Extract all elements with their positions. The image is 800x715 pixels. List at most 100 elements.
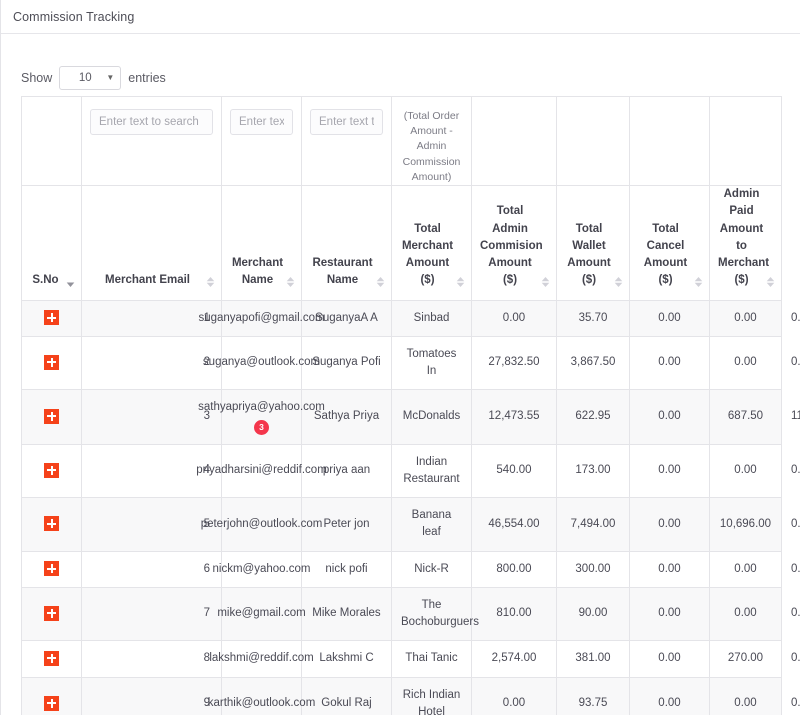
sort-both-icon[interactable] — [694, 276, 703, 288]
row-expand-cell — [21, 586, 82, 642]
table-row: 7 mike@gmail.com Mike Morales The Bochoburg… — [21, 586, 800, 642]
column-header-total-cancel-amount[interactable]: Total Cancel Amount ($) — [629, 185, 710, 301]
plus-square-icon[interactable] — [44, 695, 59, 711]
merchant-email-text: priyadharsini@reddif.com — [196, 464, 327, 477]
row-expand-cell — [21, 676, 82, 715]
merchant-email-wrapper: nickm@yahoo.com — [213, 561, 311, 578]
length-menu-prefix-label: Show — [21, 71, 53, 85]
cell-restaurant-name: Indian Restaurant — [391, 443, 472, 499]
cell-merchant-email: priyadharsini@reddif.com — [196, 443, 327, 499]
plus-square-icon[interactable] — [44, 408, 59, 424]
page-title: Commission Tracking — [13, 9, 135, 24]
cell-sno: 9 — [81, 676, 222, 715]
sort-both-icon[interactable] — [766, 276, 775, 288]
cell-total-wallet-amount: 0.00 — [629, 335, 710, 391]
plus-square-icon[interactable] — [44, 310, 59, 326]
cell-restaurant-name: The Bochoburguers — [391, 586, 479, 642]
plus-square-icon[interactable] — [44, 462, 59, 478]
table-head: (Total Order Amount - Admin Commission A… — [21, 95, 782, 301]
merchant-email-wrapper: suganyapofi@gmail.com — [198, 310, 324, 327]
merchant-email-wrapper: lakshmi@reddif.com — [209, 650, 313, 667]
cell-total-merchant-amount: 27,832.50 — [471, 335, 557, 391]
table-row: 3 sathyapriya@yahoo.com 3 Sathya Priya McDon… — [21, 389, 800, 445]
search-input-merchant-email[interactable] — [90, 109, 213, 135]
merchant-email-text: suganya@outlook.com — [202, 356, 321, 369]
cell-total-admin-commission-amount: 3,867.50 — [556, 335, 630, 391]
plus-square-icon[interactable] — [44, 561, 59, 577]
merchant-email-wrapper: suganya@outlook.com — [203, 354, 320, 371]
cell-sno: 7 — [81, 586, 222, 642]
plus-square-icon[interactable] — [44, 516, 59, 532]
column-header-row: S.No Merchant Email Merchant Name Restau… — [21, 185, 782, 301]
column-header-sno[interactable]: S.No — [21, 185, 82, 301]
cell-total-merchant-amount: 0.00 — [471, 676, 557, 715]
cell-total-admin-commission-amount: 300.00 — [556, 550, 630, 588]
row-expand-cell — [21, 443, 82, 499]
cell-restaurant-name: Nick-R — [391, 550, 472, 588]
sort-both-icon[interactable] — [456, 276, 465, 288]
merchant-email-wrapper: peterjohn@outlook.com — [201, 516, 323, 533]
cell-merchant-name: Sathya Priya — [301, 389, 392, 445]
cell-restaurant-name: Sinbad — [391, 299, 472, 337]
cell-total-admin-commission-amount: 173.00 — [556, 443, 630, 499]
row-expand-cell — [21, 335, 82, 391]
search-input-restaurant-name[interactable] — [310, 109, 383, 135]
column-header-total-wallet-amount-label: Total Wallet Amount ($) — [567, 222, 611, 287]
cell-total-admin-commission-amount: 7,494.00 — [556, 497, 630, 552]
sort-both-icon[interactable] — [541, 276, 550, 288]
filter-cell-wallet — [556, 95, 630, 187]
column-header-restaurant-name[interactable]: Restaurant Name — [301, 185, 392, 301]
plus-square-icon[interactable] — [44, 605, 59, 621]
cell-total-admin-commission-amount: 93.75 — [556, 676, 630, 715]
sort-both-icon[interactable] — [206, 276, 215, 288]
entries-per-page-select[interactable]: 10 25 50 100 — [59, 66, 122, 90]
cell-total-merchant-amount: 46,554.00 — [471, 497, 557, 552]
column-header-total-wallet-amount[interactable]: Total Wallet Amount ($) — [556, 185, 630, 301]
plus-square-icon[interactable] — [44, 354, 59, 370]
sort-both-icon[interactable] — [286, 276, 295, 288]
status-badge: 3 — [254, 419, 269, 435]
cell-sno: 8 — [81, 640, 222, 678]
row-expand-cell — [21, 640, 82, 678]
merchant-email-text: nickm@yahoo.com — [212, 562, 311, 575]
merchant-email-text: peterjohn@outlook.com — [200, 517, 323, 530]
column-header-total-merchant-amount[interactable]: Total Merchant Amount ($) — [391, 185, 472, 301]
column-header-merchant-email[interactable]: Merchant Email — [81, 185, 222, 301]
length-menu-suffix-label: entries — [128, 71, 166, 85]
cell-restaurant-name: Banana leaf — [391, 497, 472, 552]
row-expand-cell — [21, 497, 82, 552]
cell-merchant-email: nickm@yahoo.com — [213, 550, 311, 588]
table-row: 9 karthik@outlook.com Gokul Raj Rich Indian… — [21, 676, 800, 715]
plus-square-icon[interactable] — [44, 650, 59, 666]
table-row: 4 priyadharsini@reddif.com priya aan Indian… — [21, 443, 800, 499]
cell-total-admin-commission-amount: 622.95 — [556, 389, 630, 445]
card-body: Show 10 25 50 100 ▼ entries — [1, 34, 800, 715]
cell-merchant-name: nick pofi — [301, 550, 392, 588]
sort-desc-icon[interactable] — [66, 276, 75, 288]
merchant-email-text: lakshmi@reddif.com — [209, 652, 314, 665]
filter-cell-merchant-name — [221, 95, 302, 187]
merchant-email-wrapper: sathyapriya@yahoo.com 3 — [198, 399, 325, 435]
search-input-merchant-name[interactable] — [230, 109, 293, 135]
cell-total-cancel-amount: 687.50 — [709, 389, 782, 445]
sort-both-icon[interactable] — [614, 276, 623, 288]
row-expand-cell — [21, 299, 82, 337]
sort-both-icon[interactable] — [376, 276, 385, 288]
cell-total-wallet-amount: 0.00 — [629, 586, 710, 642]
column-header-total-admin-commission-amount[interactable]: Total Admin Commision Amount ($) — [471, 185, 557, 301]
cell-total-wallet-amount: 0.00 — [629, 550, 710, 588]
cell-total-cancel-amount: 0.00 — [709, 299, 782, 337]
merchant-email-text: suganyapofi@gmail.com — [198, 311, 325, 324]
merchant-email-text: mike@gmail.com — [217, 607, 306, 620]
cell-total-cancel-amount: 0.00 — [709, 676, 782, 715]
column-header-admin-paid-amount-to-merchant[interactable]: Admin Paid Amount to Merchant ($) — [709, 185, 782, 301]
cell-total-cancel-amount: 0.00 — [709, 443, 782, 499]
column-header-merchant-name[interactable]: Merchant Name — [221, 185, 302, 301]
filter-cell-cancel — [629, 95, 710, 187]
cell-total-merchant-amount: 540.00 — [471, 443, 557, 499]
cell-total-cancel-amount: 10,696.00 — [709, 497, 782, 552]
cell-restaurant-name: Thai Tanic — [391, 640, 472, 678]
cell-merchant-email: karthik@outlook.com — [208, 676, 315, 715]
cell-total-cancel-amount: 0.00 — [709, 550, 782, 588]
cell-merchant-email: suganyapofi@gmail.com — [198, 299, 325, 337]
